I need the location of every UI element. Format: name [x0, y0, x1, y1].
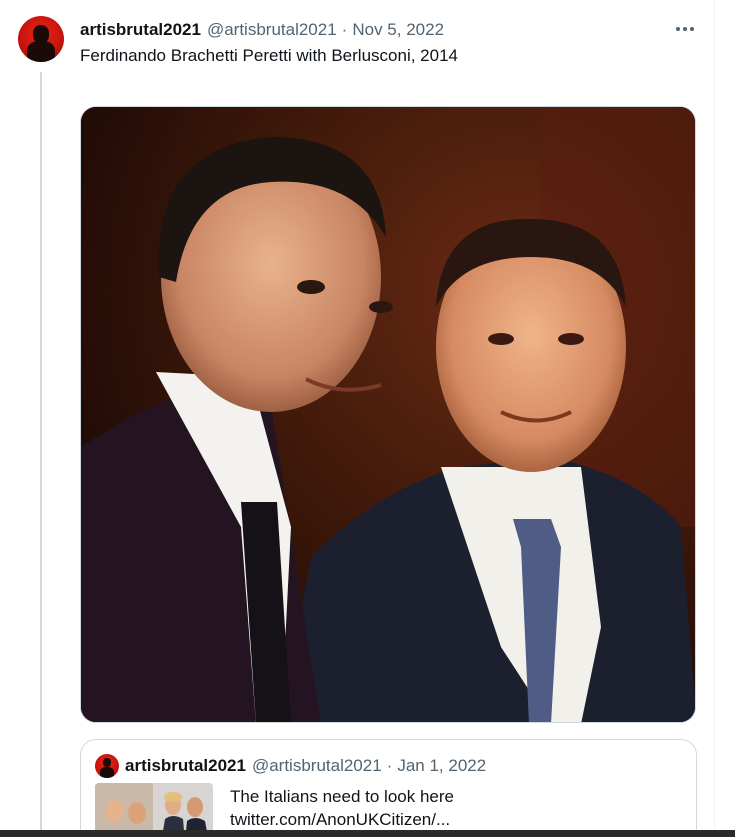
quoted-tweet-text: The Italians need to look here twitter.c…	[230, 785, 454, 831]
quoted-avatar[interactable]	[95, 754, 119, 778]
quoted-user-handle[interactable]: @artisbrutal2021	[252, 756, 382, 776]
thread-connector-line	[40, 72, 42, 837]
tweet-text: Ferdinando Brachetti Peretti with Berlus…	[80, 46, 458, 65]
timeline-border	[714, 0, 715, 837]
tweet-date[interactable]: Nov 5, 2022	[352, 20, 444, 40]
avatar-figure-head	[103, 758, 111, 767]
quoted-thumbnail-image[interactable]	[95, 783, 213, 837]
bottom-bar	[0, 830, 735, 837]
more-dot	[676, 27, 680, 31]
photo-illustration	[81, 107, 695, 722]
thumbnail-illustration	[95, 783, 213, 837]
quoted-tweet-date[interactable]: Jan 1, 2022	[397, 756, 486, 776]
quoted-display-name[interactable]: artisbrutal2021	[125, 756, 246, 776]
quoted-tweet-card[interactable]: artisbrutal2021 @artisbrutal2021 · Jan 1…	[80, 739, 697, 837]
quoted-tweet-header: artisbrutal2021 @artisbrutal2021 · Jan 1…	[125, 755, 486, 777]
tweet-photo[interactable]	[80, 106, 696, 723]
header-separator: ·	[341, 20, 348, 39]
tweet-header: artisbrutal2021 @artisbrutal2021 · Nov 5…	[80, 19, 444, 41]
more-horizontal-icon[interactable]	[670, 18, 700, 40]
quoted-link-line[interactable]: twitter.com/AnonUKCitizen/...	[230, 808, 454, 831]
more-dot	[683, 27, 687, 31]
quoted-text-line: The Italians need to look here	[230, 787, 454, 806]
avatar-figure-body	[27, 41, 55, 62]
avatar[interactable]	[18, 16, 64, 62]
display-name[interactable]: artisbrutal2021	[80, 20, 201, 40]
quoted-header-separator: ·	[386, 756, 393, 775]
more-dot	[690, 27, 694, 31]
avatar-figure-body	[100, 767, 114, 778]
user-handle[interactable]: @artisbrutal2021	[207, 20, 337, 40]
